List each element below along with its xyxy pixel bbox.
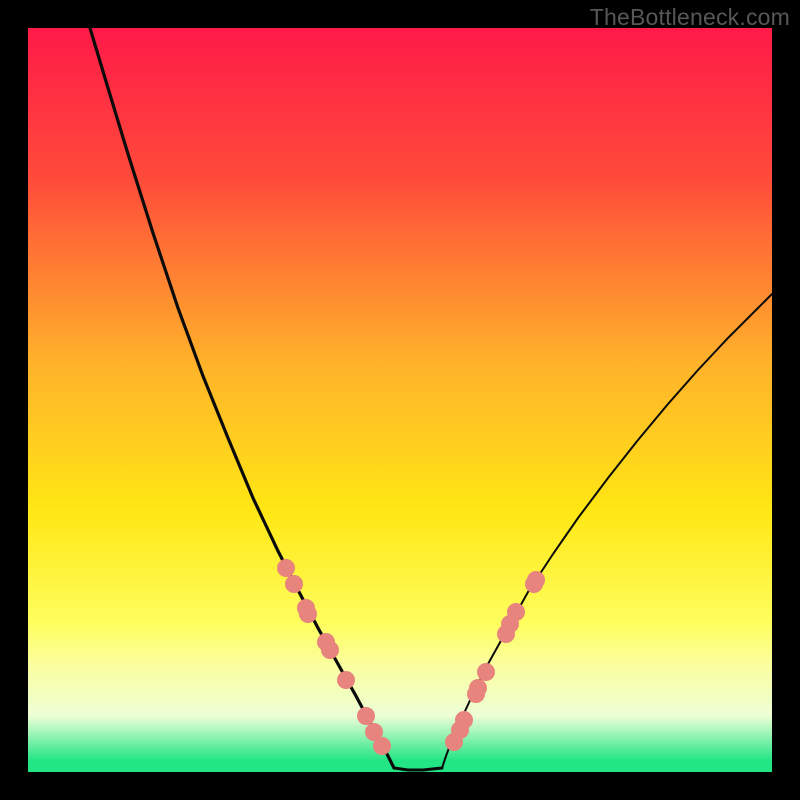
marker-left-5 [321,641,339,659]
marker-left-6 [337,671,355,689]
marker-right-8 [507,603,525,621]
marker-left-3 [299,605,317,623]
marker-left-7 [357,707,375,725]
marker-right-10 [527,571,545,589]
chart-frame [28,28,772,772]
watermark-text: TheBottleneck.com [590,4,790,31]
marker-left-9 [373,737,391,755]
marker-right-5 [477,663,495,681]
marker-right-4 [469,679,487,697]
marker-left-1 [285,575,303,593]
marker-left-0 [277,559,295,577]
chart-background [28,28,772,772]
chart-svg [28,28,772,772]
marker-right-2 [455,711,473,729]
